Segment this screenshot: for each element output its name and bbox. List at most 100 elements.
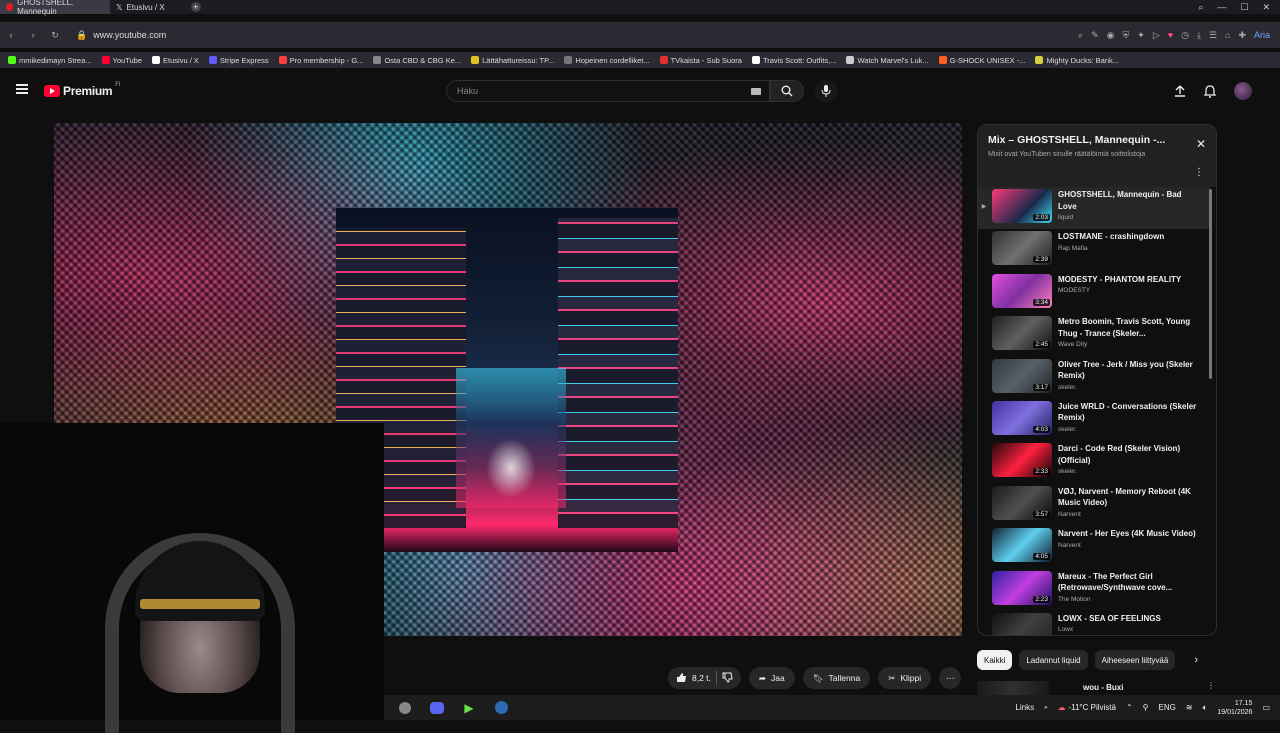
bookmark-item[interactable]: TVkaista - Sub Suora (659, 56, 742, 65)
links-toolbar[interactable]: Links (1015, 703, 1034, 712)
chip-uploaded-by[interactable]: Ladannut liquid (1019, 650, 1088, 670)
shield-icon[interactable]: ⛨ (1123, 30, 1130, 41)
volume-icon[interactable]: 🔈︎ (1203, 703, 1208, 713)
bookmark-item[interactable]: Pro membership - G... (278, 56, 363, 65)
playlist-item[interactable]: 2:33 Darci - Code Red (Skeler Vision) (Of… (978, 441, 1210, 483)
clock[interactable]: 17.15 19/01/2026 (1217, 699, 1252, 717)
app-circle-icon (399, 701, 411, 714)
more-vertical-icon[interactable]: ⋮ (1194, 167, 1204, 178)
playlist-item-channel: MODESTY (1058, 287, 1091, 295)
cover-building-right (558, 218, 678, 528)
play-app-icon: ▶ (464, 700, 474, 715)
playlist-item-title: LOWX - SEA OF FEELINGS (1058, 613, 1161, 623)
playlist-item[interactable]: 4:03 Juice WRLD - Conversations (Skeler R… (978, 399, 1210, 441)
like-button[interactable] (676, 672, 687, 685)
more-actions-button[interactable]: ⋯ (939, 667, 962, 689)
bookmark-item[interactable]: YouTube (101, 56, 142, 65)
bookmark-item[interactable]: Travis Scott: Outfits,... (751, 56, 836, 65)
voice-search-button[interactable] (814, 80, 838, 102)
tab-x[interactable]: 𝕏 Etusivu / X (110, 0, 171, 14)
bookmark-item[interactable]: Watch Marvel's Luk... (846, 56, 929, 65)
wifi-icon[interactable]: ≋ (1186, 703, 1193, 712)
bookmark-item[interactable]: Mighty Ducks: Bank... (1035, 56, 1119, 65)
ai-icon[interactable]: Aria (1254, 30, 1270, 41)
search-tabs-icon[interactable]: ⌕ (1198, 2, 1203, 13)
forward-icon[interactable]: › (22, 30, 44, 40)
playlist-title[interactable]: Mix – GHOSTSHELL, Mannequin -... (988, 134, 1188, 146)
bookmark-item[interactable]: G-SHOCK UNISEX -... (938, 56, 1025, 65)
playlist-item[interactable]: 2:23 Mareux - The Perfect Girl (Retrowave… (978, 569, 1210, 611)
clip-button[interactable]: ✂ Klippi (878, 667, 932, 689)
chevron-icon[interactable]: » (1044, 705, 1047, 711)
app-icon-generic[interactable] (394, 697, 416, 719)
save-button[interactable]: 🔖︎ Tallenna (802, 667, 871, 689)
language-indicator[interactable]: ENG (1159, 703, 1176, 712)
logo-text: Premium (63, 84, 113, 98)
playlist-item[interactable]: ▶ 2:03 GHOSTSHELL, Mannequin - Bad Love liq… (978, 187, 1210, 230)
bookmark-item[interactable]: mmikedimayn Strea... (8, 56, 92, 65)
heart-icon[interactable]: ♥ (1168, 30, 1173, 41)
playlist-item[interactable]: 3:17 Oliver Tree - Jerk / Miss you (Skele… (978, 357, 1210, 399)
search-button[interactable] (770, 80, 804, 102)
playlist-item[interactable]: 2:53 LOWX - SEA OF FEELINGS Lowx (978, 611, 1210, 635)
download-icon[interactable]: ⤓ (1197, 30, 1201, 41)
hamburger-menu-icon[interactable] (16, 84, 28, 94)
media-app[interactable]: ▶ (458, 697, 480, 719)
vpn-icon[interactable]: ⌂ (1225, 30, 1230, 41)
playlist-item[interactable]: 4:05 Narvent - Her Eyes (4K Music Video) N… (978, 526, 1210, 568)
discord-app[interactable] (426, 697, 448, 719)
back-icon[interactable]: ‹ (0, 30, 22, 40)
tab-ghostshell[interactable]: GHOSTSHELL, Mannequin (0, 0, 110, 16)
bell-icon[interactable] (1204, 84, 1216, 98)
camera-icon[interactable]: ◉ (1107, 30, 1115, 41)
chevron-right-icon[interactable]: › (1194, 654, 1198, 666)
bookmark-item[interactable]: Etusivu / X (152, 56, 199, 65)
bookmark-item[interactable]: Hopeinen cordelliket... (564, 56, 650, 65)
notifications-icon[interactable]: ▭ (1262, 703, 1270, 712)
network-icon[interactable]: ⚲ (1143, 703, 1149, 712)
discord-icon (430, 701, 444, 714)
weather-widget[interactable]: ☁ -11°C Pilvistä (1057, 703, 1116, 712)
play-icon[interactable]: ▷ (1153, 30, 1160, 41)
share-button[interactable]: ➦ Jaa (748, 667, 795, 689)
minimize-icon[interactable]: — (1217, 2, 1226, 13)
tray-expand-icon[interactable]: ⌃ (1126, 703, 1133, 712)
steam-app[interactable] (490, 697, 512, 719)
list-icon[interactable]: ☰ (1209, 30, 1217, 41)
playlist-item[interactable]: 2:45 Metro Boomin, Travis Scott, Young Th… (978, 314, 1210, 356)
search-page-icon[interactable]: ⌕ (1078, 30, 1083, 41)
playlist-items: ▶ 2:03 GHOSTSHELL, Mannequin - Bad Love liq… (978, 187, 1210, 635)
playlist-item-channel: skeler. (1058, 425, 1077, 433)
dislike-button[interactable] (722, 672, 733, 685)
playlist-item[interactable]: 2:39 LOSTMANE - crashingdown Rap Mafia (978, 229, 1210, 271)
microphone-icon (821, 85, 831, 97)
puzzle-icon[interactable]: ✚ (1238, 30, 1246, 41)
upload-icon[interactable] (1174, 85, 1186, 97)
account-avatar[interactable] (1234, 82, 1252, 100)
close-icon[interactable]: ✕ (1196, 137, 1206, 151)
reload-icon[interactable]: ↻ (44, 30, 66, 41)
playlist-item-meta: MODESTY - PHANTOM REALITY MODESTY (1058, 274, 1198, 295)
like-separator (715, 671, 717, 685)
bookmark-item[interactable]: Osta CBD & CBG Ke... (373, 56, 461, 65)
history-icon[interactable]: ◷ (1181, 30, 1189, 41)
youtube-premium-logo[interactable]: Premium FI (44, 82, 121, 98)
bookmark-item[interactable]: Stripe Express (208, 56, 269, 65)
ext-icon[interactable]: ✦ (1137, 30, 1145, 41)
chip-related[interactable]: Aiheeseen liittyvää (1094, 650, 1176, 670)
chip-all[interactable]: Kaikki (977, 650, 1013, 670)
share-icon: ➦ (758, 672, 767, 683)
keyboard-icon[interactable] (751, 88, 761, 95)
bookmark-item[interactable]: Lättähattureissu: TP... (471, 56, 554, 65)
maximize-icon[interactable]: ☐ (1240, 2, 1248, 13)
playlist-scrollbar[interactable] (1209, 189, 1212, 379)
playlist-item-channel: skeler. (1058, 468, 1077, 476)
playlist-item[interactable]: 3:57 VØJ, Narvent - Memory Reboot (4K Mus… (978, 484, 1210, 526)
url-field[interactable]: 🔒 www.youtube.com (76, 30, 166, 41)
new-tab-button[interactable]: + (190, 2, 201, 12)
close-window-icon[interactable]: ✕ (1262, 2, 1270, 13)
search-input[interactable]: Haku (446, 80, 770, 102)
edit-icon[interactable]: ✎ (1091, 30, 1099, 41)
more-vertical-icon[interactable]: ⋮ (1207, 681, 1215, 690)
playlist-item[interactable]: 3:34 MODESTY - PHANTOM REALITY MODESTY (978, 272, 1210, 314)
